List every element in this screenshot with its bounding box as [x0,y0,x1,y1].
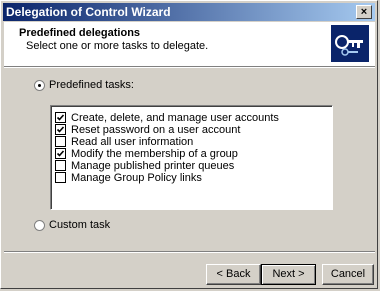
back-button[interactable]: < Back [206,264,261,285]
page-title: Predefined delegations [19,27,141,39]
predefined-tasks-label[interactable]: Predefined tasks: [49,79,134,91]
page-subtitle: Select one or more tasks to delegate. [26,40,209,52]
header-divider [4,66,375,68]
wizard-window: Delegation of Control Wizard × Predefine… [0,0,378,289]
title-bar: Delegation of Control Wizard × [3,3,375,21]
footer-divider [4,251,375,253]
next-button[interactable]: Next > [261,264,316,285]
task-checkbox[interactable] [55,136,66,147]
custom-task-radio[interactable] [34,220,45,231]
close-icon: × [360,6,368,18]
task-label: Modify the membership of a group [71,147,238,160]
task-checkbox[interactable] [55,112,66,123]
cancel-button[interactable]: Cancel [322,264,374,285]
predefined-tasks-radio[interactable] [34,80,45,91]
task-label: Reset password on a user account [71,123,241,136]
task-label: Read all user information [71,135,194,148]
close-button[interactable]: × [356,5,372,19]
task-label: Manage published printer queues [71,159,235,172]
wizard-header: Predefined delegations Select one or mor… [4,22,375,66]
task-checkbox[interactable] [55,124,66,135]
task-checkbox[interactable] [55,172,66,183]
tasks-list[interactable]: Create, delete, and manage user accounts… [50,105,333,210]
custom-task-label[interactable]: Custom task [49,219,110,231]
task-checkbox[interactable] [55,160,66,171]
task-label: Create, delete, and manage user accounts [71,111,279,124]
window-title: Delegation of Control Wizard [6,5,171,19]
task-label: Manage Group Policy links [71,171,202,184]
task-checkbox[interactable] [55,148,66,159]
task-item[interactable]: Manage Group Policy links [55,171,202,184]
wizard-keys-icon [331,25,369,62]
radio-selected-dot [38,84,41,87]
